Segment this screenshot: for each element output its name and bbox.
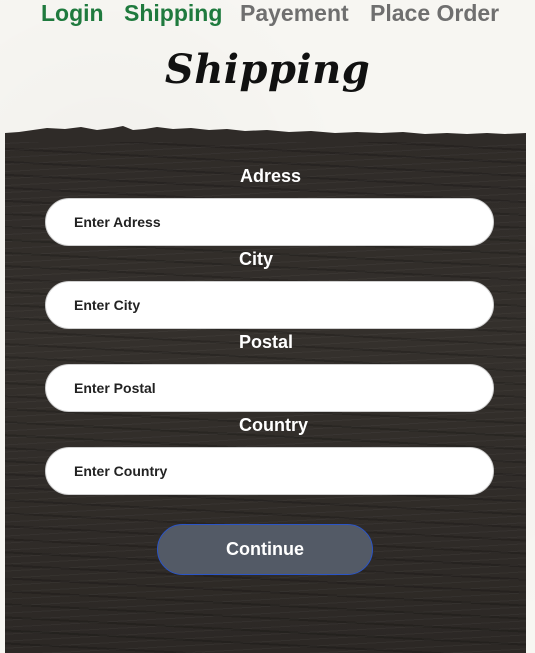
city-label: City (239, 249, 274, 269)
continue-button[interactable]: Continue (157, 524, 373, 575)
shipping-form: Adress City Postal Country Continue (5, 126, 526, 653)
address-input[interactable] (45, 198, 494, 246)
page-title: Shipping (164, 46, 371, 93)
country-label: Country (239, 415, 308, 435)
checkout-steps: Login Shipping Payement Place Order (0, 0, 535, 30)
step-login[interactable]: Login (41, 0, 104, 27)
brush-edge (5, 126, 526, 142)
city-input[interactable] (45, 281, 494, 329)
address-label: Adress (240, 166, 302, 186)
step-shipping[interactable]: Shipping (124, 0, 222, 27)
country-input[interactable] (45, 447, 494, 495)
postal-input[interactable] (45, 364, 494, 412)
step-place-order[interactable]: Place Order (370, 0, 499, 27)
step-payement[interactable]: Payement (240, 0, 349, 27)
postal-label: Postal (239, 332, 294, 352)
